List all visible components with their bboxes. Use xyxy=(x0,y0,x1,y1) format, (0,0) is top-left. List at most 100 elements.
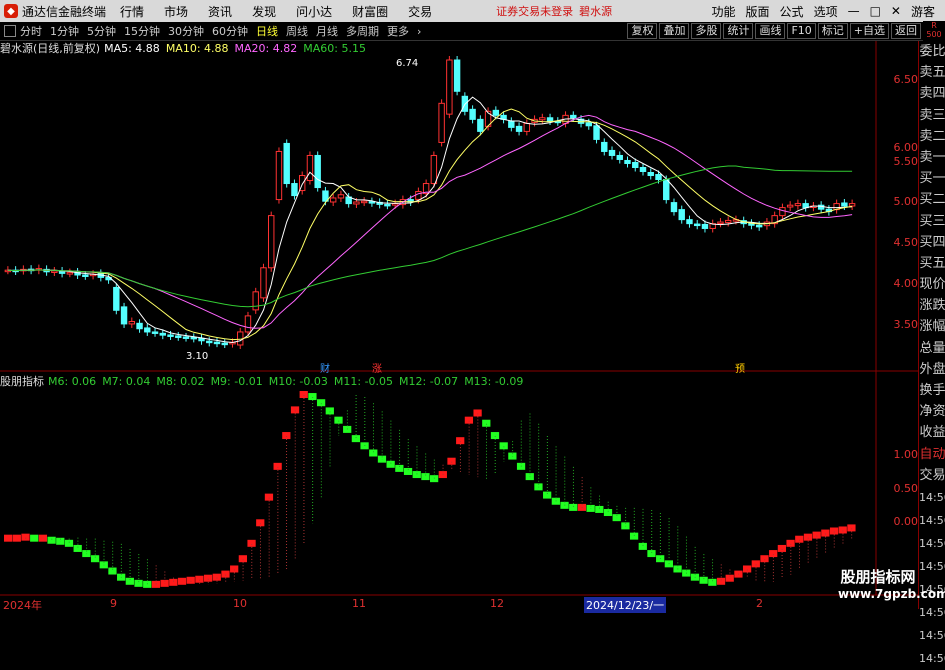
candle-body xyxy=(120,306,128,325)
indicator-bar xyxy=(812,531,821,539)
candle-body xyxy=(268,215,275,269)
indicator-bar xyxy=(569,503,578,511)
time-tick: 9 xyxy=(110,597,117,610)
indicator-bar xyxy=(543,491,552,499)
time-tick: 2024年 xyxy=(3,599,42,612)
indicator-bar xyxy=(403,467,413,475)
trade-time: 14:56 xyxy=(919,628,945,642)
candle-body xyxy=(360,200,368,204)
candle-body xyxy=(593,125,600,140)
candle-body xyxy=(113,286,120,311)
side-item: 卖三 xyxy=(919,107,945,123)
indicator-bar xyxy=(638,542,647,550)
candle-body xyxy=(314,154,321,189)
indicator-bar xyxy=(73,544,82,552)
side-item: 买二 xyxy=(919,192,945,208)
candle-body xyxy=(724,219,732,223)
candle-body xyxy=(655,174,662,181)
trade-time: 14:56 xyxy=(919,651,945,665)
indicator-bar xyxy=(751,560,760,568)
indicator-bar xyxy=(212,573,221,581)
indicator-bar xyxy=(12,534,21,542)
price-tick: 6.50 xyxy=(893,73,919,86)
candle-body xyxy=(663,179,670,201)
candle-body xyxy=(779,207,786,217)
candle-body xyxy=(51,270,58,273)
candle-body xyxy=(570,114,577,119)
side-item[interactable]: 交易 xyxy=(919,465,945,486)
indicator-bar xyxy=(38,534,48,542)
side-item: 卖一 xyxy=(919,149,945,165)
candle-body xyxy=(244,315,252,333)
side-item: 现价 xyxy=(919,277,945,293)
indicator-bar xyxy=(716,577,726,585)
indicator-bar xyxy=(386,460,395,468)
candle-body xyxy=(353,201,360,205)
side-item: 涨跌 xyxy=(919,298,945,314)
indicator-bar xyxy=(708,578,717,586)
trade-time: 14:56 xyxy=(919,490,945,504)
indicator-bar xyxy=(838,526,847,534)
high-annotation: 6.74 xyxy=(396,58,419,69)
chart-canvas[interactable] xyxy=(0,0,945,609)
candle-body xyxy=(159,332,166,336)
trade-time: 14:56 xyxy=(919,605,945,619)
candle-body xyxy=(66,272,74,275)
indicator-bar xyxy=(4,534,13,542)
ma60-line xyxy=(7,165,853,308)
indicator-bar xyxy=(186,576,195,584)
candle-body xyxy=(601,141,608,152)
indicator-bar xyxy=(299,391,308,398)
candle-body xyxy=(632,161,639,168)
candle-body xyxy=(523,122,531,132)
indicator-bar xyxy=(221,570,230,578)
indicator-bar xyxy=(456,437,465,445)
indicator-bar xyxy=(351,435,361,443)
candle-body xyxy=(260,267,267,299)
candle-body xyxy=(670,202,678,213)
indicator-bar xyxy=(282,432,291,440)
side-item: 买一 xyxy=(919,171,945,187)
candle-body xyxy=(175,335,182,338)
low-annotation: 3.10 xyxy=(186,351,209,362)
side-item: 换手 xyxy=(919,383,945,398)
price-tick: 5.00 xyxy=(893,195,919,208)
indicator-bar xyxy=(316,399,326,407)
candle-body xyxy=(128,321,136,325)
candle-body xyxy=(182,336,190,339)
candle-body xyxy=(167,334,174,337)
price-tick: 6.00 xyxy=(893,141,919,154)
indicator-bar xyxy=(647,550,656,558)
side-item: 总量 xyxy=(919,340,945,356)
indicator-bar xyxy=(308,393,317,401)
side-item[interactable]: 自动 xyxy=(919,444,945,465)
candle-body xyxy=(616,154,623,160)
candle-body xyxy=(841,202,848,207)
indicator-bar xyxy=(412,471,421,479)
watermark-line2: www.7gpzb.com xyxy=(838,587,945,601)
side-item: 涨幅 xyxy=(919,319,945,335)
candle-body xyxy=(694,223,701,227)
marker-finance[interactable]: 财 xyxy=(320,360,330,375)
ma5-line xyxy=(7,96,853,344)
indicator-bar xyxy=(447,457,456,465)
side-item: 委比 xyxy=(919,44,945,59)
price-tick: 4.50 xyxy=(893,236,919,249)
marker-forecast[interactable]: 预 xyxy=(735,360,745,375)
quote-side-panel: 委比 卖五 卖四 卖三 卖二 卖一 买一 买二 买三 买四 买五 现价 涨跌 涨幅 总量 外盘 换手 净资 收益 自动… xyxy=(918,41,945,665)
side-item: 卖二 xyxy=(919,128,945,144)
indicator-bar xyxy=(369,449,378,457)
ind-tick: 1.00 xyxy=(893,448,919,461)
trade-time: 14:56 xyxy=(919,559,945,573)
price-tick: 5.50 xyxy=(893,155,919,168)
candle-body xyxy=(283,142,290,185)
indicator-bar xyxy=(795,535,804,543)
marker-limitup[interactable]: 涨 xyxy=(372,360,382,375)
candle-body xyxy=(717,221,724,225)
indicator-bar xyxy=(47,536,56,544)
candle-body xyxy=(438,102,445,143)
indicator-bar xyxy=(760,555,769,563)
time-tick: 12 xyxy=(490,597,504,610)
indicator-bar xyxy=(195,575,204,583)
candle-body xyxy=(786,204,794,208)
